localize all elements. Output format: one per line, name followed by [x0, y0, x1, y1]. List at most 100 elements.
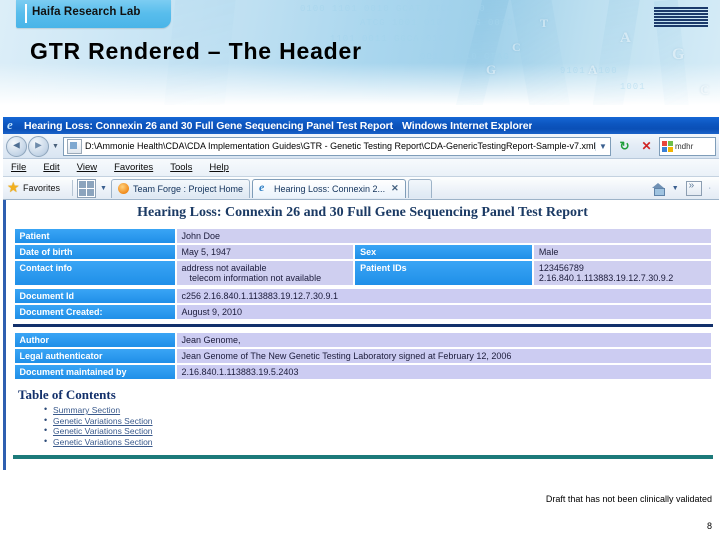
favorites-label[interactable]: Favorites [23, 183, 60, 193]
slide-banner: 0100 1101 0010 GCAT ATCG 0110 ATCG 1001 … [0, 0, 720, 105]
table-row: Legal authenticator Jean Genome of The N… [14, 349, 711, 363]
slide-number: 8 [706, 521, 712, 531]
page-title: GTR Rendered – The Header [30, 38, 362, 64]
toc-link[interactable]: Genetic Variations Section [53, 437, 153, 447]
browser-menu-bar: File Edit View Favorites Tools Help [3, 159, 719, 177]
rendered-document: Hearing Loss: Connexin 26 and 30 Full Ge… [3, 200, 719, 470]
list-item[interactable]: Genetic Variations Section [44, 436, 719, 448]
list-item[interactable]: Summary Section [44, 404, 719, 416]
row-value: Jean Genome of The New Genetic Testing L… [176, 349, 711, 363]
menu-view[interactable]: View [77, 162, 97, 173]
toolbar-divider [72, 180, 74, 196]
address-input[interactable]: D:\Ammonie Health\CDA\CDA Implementation… [63, 136, 611, 156]
browser-favorites-and-tabs-bar: ★ Favorites ▼ Team Forge : Project Home … [3, 177, 719, 200]
table-row: Document maintained by 2.16.840.1.113883… [14, 365, 711, 379]
table-row: Contact info address not available telec… [14, 261, 711, 285]
rss-dropdown-icon[interactable]: · [709, 185, 711, 192]
document-info-table: Document Id c256 2.16.840.1.113883.19.12… [13, 287, 713, 321]
browser-tab-label: Team Forge : Project Home [132, 183, 243, 194]
browser-address-bar: ◄ ► ▼ D:\Ammonie Health\CDA\CDA Implemen… [3, 134, 719, 159]
row-value: May 5, 1947 [176, 245, 354, 259]
toc-link[interactable]: Summary Section [53, 405, 120, 415]
refresh-button[interactable]: ↻ [614, 136, 635, 157]
browser-document-title: Hearing Loss: Connexin 26 and 30 Full Ge… [24, 119, 394, 132]
slide: 0100 1101 0010 GCAT ATCG 0110 ATCG 1001 … [0, 0, 720, 540]
row-label: Author [14, 333, 175, 347]
row-label: Sex [355, 245, 532, 259]
row-label: Patient IDs [355, 261, 532, 285]
row-value: 2.16.840.1.113883.19.5.2403 [176, 365, 711, 379]
browser-title-bar: e Hearing Loss: Connexin 26 and 30 Full … [3, 117, 719, 134]
department-tab: Haifa Research Lab [16, 0, 171, 28]
row-label: Legal authenticator [14, 349, 175, 363]
history-dropdown-icon[interactable]: ▼ [50, 143, 61, 150]
draft-disclaimer: Draft that has not been clinically valid… [545, 494, 712, 504]
browser-app-name: Windows Internet Explorer [402, 119, 533, 132]
browser-tab-label: Hearing Loss: Connexin 2... [274, 183, 386, 194]
page-favicon [67, 138, 82, 154]
menu-favorites[interactable]: Favorites [114, 162, 153, 173]
row-label: Document maintained by [14, 365, 175, 379]
department-tab-label: Haifa Research Lab [32, 6, 141, 18]
forward-arrow-icon: ► [33, 139, 44, 152]
stop-button[interactable]: ✕ [636, 136, 657, 157]
toc-heading: Table of Contents [18, 387, 116, 402]
table-row: Document Created: August 9, 2010 [14, 305, 711, 319]
table-row: Date of birth May 5, 1947 Sex Male [14, 245, 711, 259]
browser-window-screenshot: e Hearing Loss: Connexin 26 and 30 Full … [3, 117, 719, 487]
contact-address: address not available [181, 263, 267, 273]
row-value: c256 2.16.840.1.113883.19.12.7.30.9.1 [176, 289, 711, 303]
row-value: address not available telecom informatio… [176, 261, 354, 285]
address-url-text: D:\Ammonie Health\CDA\CDA Implementation… [85, 141, 595, 151]
back-arrow-icon: ◄ [11, 139, 22, 152]
document-title: Hearing Loss: Connexin 26 and 30 Full Ge… [137, 205, 588, 220]
address-dropdown-icon[interactable]: ▼ [595, 141, 610, 151]
browser-tab-hearing-loss[interactable]: e Hearing Loss: Connexin 2... ✕ [252, 178, 406, 198]
toc-link[interactable]: Genetic Variations Section [53, 416, 153, 426]
browser-tab-teamforge[interactable]: Team Forge : Project Home [110, 178, 250, 198]
row-label: Date of birth [14, 245, 175, 259]
table-row: Document Id c256 2.16.840.1.113883.19.12… [14, 289, 711, 303]
table-row: Author Jean Genome, [14, 333, 711, 347]
patient-header-table: Patient John Doe Date of birth May 5, 19… [13, 227, 713, 287]
ie-page-icon: e [259, 180, 265, 194]
toolbar-right-group: ▼ · [651, 180, 719, 196]
menu-edit[interactable]: Edit [43, 162, 59, 173]
list-item[interactable]: Genetic Variations Section [44, 415, 719, 427]
author-info-table: Author Jean Genome, Legal authenticator … [13, 331, 713, 381]
search-input-value: mdhr [675, 141, 694, 151]
back-button[interactable]: ◄ [6, 135, 27, 157]
row-label: Document Id [14, 289, 175, 303]
section-divider [12, 324, 713, 327]
home-icon[interactable] [651, 182, 666, 196]
menu-file[interactable]: File [11, 162, 26, 173]
row-value: 123456789 2.16.840.1.113883.19.12.7.30.9… [533, 261, 711, 285]
quick-tabs-dropdown-icon[interactable]: ▼ [100, 185, 107, 192]
menu-help[interactable]: Help [209, 162, 229, 173]
favorites-star-icon[interactable]: ★ [7, 180, 20, 195]
quick-tabs-icon[interactable] [77, 178, 97, 198]
list-item[interactable]: Genetic Variations Section [44, 425, 719, 437]
home-dropdown-icon[interactable]: ▼ [672, 185, 679, 192]
row-value: Jean Genome, [176, 333, 711, 347]
search-input[interactable]: mdhr [659, 136, 716, 156]
teamforge-icon [117, 183, 129, 194]
tab-tick [25, 4, 27, 23]
toc-list: Summary Section Genetic Variations Secti… [6, 404, 719, 448]
row-label: Contact info [14, 261, 175, 285]
close-tab-icon[interactable]: ✕ [391, 183, 399, 194]
browser-window-title: Hearing Loss: Connexin 26 and 30 Full Ge… [24, 120, 532, 132]
new-tab-button[interactable] [407, 178, 432, 198]
forward-button[interactable]: ► [28, 135, 49, 157]
menu-tools[interactable]: Tools [170, 162, 192, 173]
row-value: August 9, 2010 [176, 305, 711, 319]
row-label: Patient [14, 229, 175, 243]
row-value: Male [533, 245, 711, 259]
search-provider-icon [662, 140, 673, 152]
section-divider-teal [12, 455, 713, 459]
row-value: John Doe [176, 229, 711, 243]
internet-explorer-icon: e [7, 117, 13, 132]
row-label: Document Created: [14, 305, 175, 319]
toc-link[interactable]: Genetic Variations Section [53, 426, 153, 436]
rss-feed-icon[interactable] [685, 180, 702, 196]
